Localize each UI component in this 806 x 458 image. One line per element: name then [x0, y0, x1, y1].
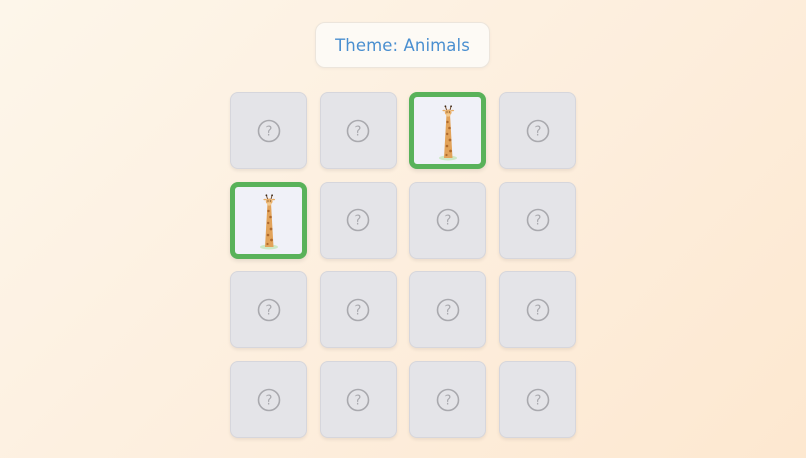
svg-text:?: ?	[534, 303, 541, 318]
theme-label-text: Theme: Animals	[335, 35, 470, 55]
question-mark-icon: ?	[257, 298, 280, 322]
giraffe-icon	[416, 99, 479, 162]
question-mark-icon: ?	[346, 208, 370, 232]
svg-text:?: ?	[355, 393, 362, 408]
giraffe-icon	[237, 189, 300, 252]
question-mark-icon: ?	[526, 208, 549, 232]
svg-text:?: ?	[534, 214, 541, 229]
question-mark-icon: ?	[526, 119, 549, 142]
question-mark-icon: ?	[436, 298, 460, 322]
memory-card-hidden[interactable]: ?	[319, 181, 397, 259]
question-mark-icon: ?	[257, 388, 280, 411]
memory-card-matched[interactable]	[230, 181, 307, 259]
question-mark-icon: ?	[526, 388, 549, 411]
memory-card-hidden[interactable]: ?	[319, 271, 397, 349]
theme-label: Theme: Animals	[315, 22, 490, 68]
card-grid: ??????????????	[230, 92, 577, 439]
svg-text:?: ?	[534, 393, 541, 408]
svg-text:?: ?	[355, 303, 362, 318]
memory-card-hidden[interactable]: ?	[409, 181, 487, 259]
memory-card-hidden[interactable]: ?	[409, 271, 487, 349]
svg-text:?: ?	[444, 214, 451, 229]
memory-card-hidden[interactable]: ?	[230, 361, 307, 439]
svg-text:?: ?	[265, 303, 272, 318]
memory-card-hidden[interactable]: ?	[319, 361, 397, 439]
question-mark-icon: ?	[257, 119, 280, 142]
memory-card-hidden[interactable]: ?	[230, 271, 307, 349]
svg-text:?: ?	[534, 124, 541, 139]
question-mark-icon: ?	[436, 208, 460, 232]
memory-card-hidden[interactable]: ?	[409, 361, 487, 439]
question-mark-icon: ?	[346, 388, 370, 411]
memory-card-hidden[interactable]: ?	[230, 92, 307, 169]
question-mark-icon: ?	[346, 119, 370, 142]
memory-card-hidden[interactable]: ?	[499, 271, 577, 349]
memory-card-hidden[interactable]: ?	[499, 92, 577, 169]
svg-text:?: ?	[444, 393, 451, 408]
memory-card-hidden[interactable]: ?	[499, 361, 577, 439]
svg-text:?: ?	[265, 393, 272, 408]
svg-text:?: ?	[444, 303, 451, 318]
svg-text:?: ?	[355, 214, 362, 229]
memory-card-matched[interactable]	[409, 92, 487, 169]
question-mark-icon: ?	[436, 388, 460, 411]
question-mark-icon: ?	[526, 298, 549, 322]
question-mark-icon: ?	[346, 298, 370, 322]
svg-text:?: ?	[265, 124, 272, 139]
memory-card-hidden[interactable]: ?	[499, 181, 577, 259]
svg-text:?: ?	[355, 124, 362, 139]
memory-card-hidden[interactable]: ?	[319, 92, 397, 169]
